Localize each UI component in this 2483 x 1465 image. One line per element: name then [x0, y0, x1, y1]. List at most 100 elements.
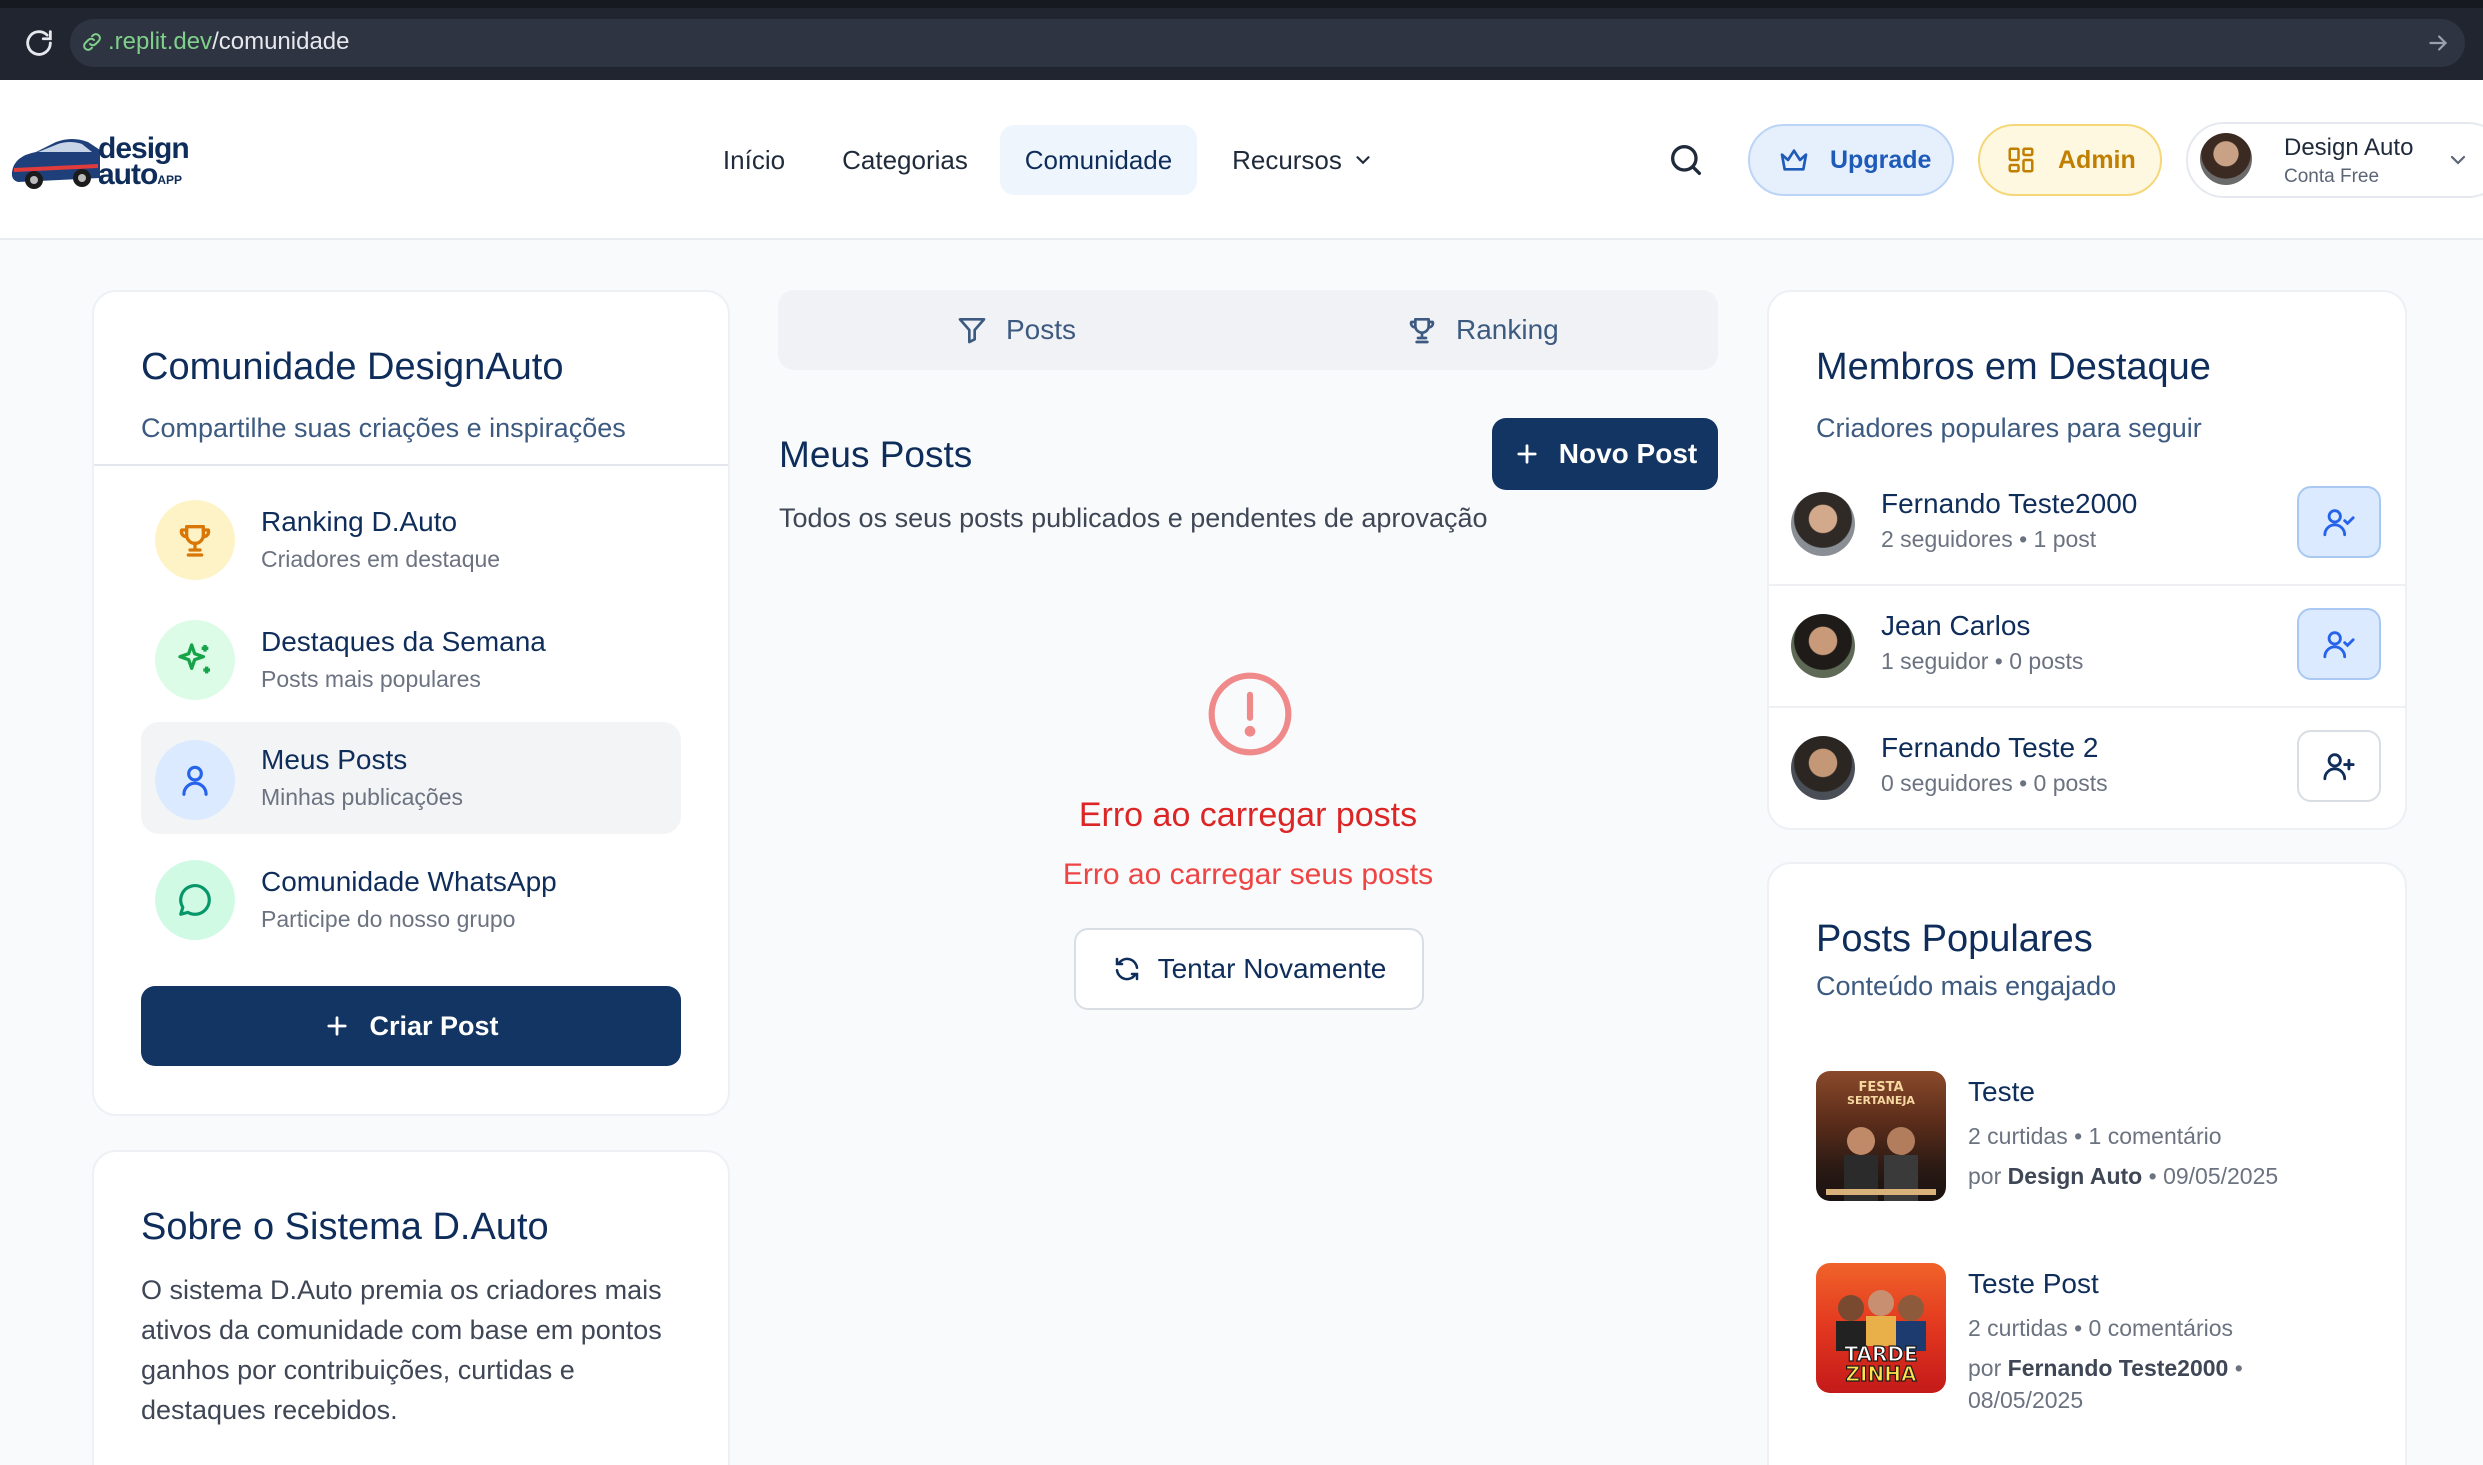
- members-title: Membros em Destaque: [1816, 346, 2211, 388]
- sidebar-item-whatsapp[interactable]: Comunidade WhatsApp Participe do nosso g…: [141, 844, 681, 956]
- user-plan: Conta Free: [2284, 166, 2380, 187]
- list-item[interactable]: Fernando Teste 2 0 seguidores • 0 posts: [1769, 706, 2405, 828]
- post-image: FESTA SERTANEJA: [1826, 1080, 1936, 1201]
- nav-recursos[interactable]: Recursos: [1218, 125, 1388, 195]
- address-bar[interactable]: [70, 19, 2465, 67]
- retry-button[interactable]: Tentar Novamente: [1074, 928, 1424, 1010]
- browser-tab-strip: [0, 0, 2483, 8]
- svg-text:FESTA: FESTA: [1858, 1080, 1903, 1095]
- avatar[interactable]: [1791, 736, 1855, 800]
- svg-text:ZINHA: ZINHA: [1846, 1362, 1917, 1386]
- sidebar-item-label: Comunidade WhatsApp: [261, 866, 557, 897]
- link-icon: [83, 33, 101, 51]
- avatar[interactable]: [2200, 133, 2252, 185]
- sparkles-icon: [155, 620, 235, 700]
- filter-icon: [958, 318, 986, 344]
- member-meta: 1 seguidor • 0 posts: [1881, 648, 2084, 674]
- avatar[interactable]: [1791, 614, 1855, 678]
- alert-circle-icon: [1208, 672, 1292, 756]
- post-title[interactable]: Teste Post: [1968, 1268, 2099, 1300]
- trophy-icon: [155, 500, 235, 580]
- dashboard-icon: [2008, 147, 2034, 173]
- post-title[interactable]: Teste: [1968, 1076, 2035, 1108]
- svg-text:SERTANEJA: SERTANEJA: [1847, 1094, 1915, 1107]
- sidebar-item-meus-posts[interactable]: Meus Posts Minhas publicações: [141, 722, 681, 834]
- logo-line-2: autoAPP: [98, 158, 183, 191]
- url-host: .replit.dev: [108, 28, 213, 55]
- plus-icon: [1517, 444, 1537, 464]
- upgrade-label: Upgrade: [1830, 145, 1932, 174]
- crown-icon: [1780, 149, 1808, 171]
- error-subtitle: Erro ao carregar seus posts: [1062, 858, 1434, 891]
- post-author: por Design Auto • 09/05/2025: [1968, 1163, 2279, 1189]
- list-item[interactable]: Fernando Teste2000 2 seguidores • 1 post: [1769, 462, 2405, 584]
- nav-categorias[interactable]: Categorias: [830, 125, 980, 195]
- follow-button[interactable]: [2297, 730, 2381, 802]
- tab-posts[interactable]: Posts: [956, 290, 1076, 370]
- tab-posts-label: Posts: [1006, 314, 1077, 345]
- tabs: Posts Ranking: [778, 290, 1718, 370]
- avatar[interactable]: [1791, 492, 1855, 556]
- plus-icon: [327, 1016, 348, 1036]
- member-name[interactable]: Jean Carlos: [1881, 610, 2030, 642]
- upgrade-button[interactable]: Upgrade: [1748, 124, 1954, 196]
- sidebar-item-destaques[interactable]: Destaques da Semana Posts mais populares: [141, 604, 681, 716]
- about-text: O sistema D.Auto premia os criadores mai…: [141, 1275, 662, 1425]
- user-icon: [155, 740, 235, 820]
- member-meta: 2 seguidores • 1 post: [1881, 526, 2097, 552]
- sidebar-item-label: Ranking D.Auto: [261, 506, 458, 537]
- admin-label: Admin: [2058, 145, 2136, 174]
- member-name[interactable]: Fernando Teste 2: [1881, 732, 2098, 764]
- sidebar-item-desc: Posts mais populares: [261, 666, 481, 692]
- post-date: 08/05/2025: [1968, 1387, 2084, 1413]
- post-thumbnail[interactable]: FESTA SERTANEJA: [1816, 1071, 1946, 1201]
- chat-bubble-icon: [155, 860, 235, 940]
- create-post-label: Criar Post: [369, 1010, 499, 1041]
- community-title: Comunidade DesignAuto: [141, 346, 564, 388]
- post-author: por Fernando Teste2000 •: [1968, 1355, 2243, 1381]
- admin-button[interactable]: Admin: [1978, 124, 2162, 196]
- user-name: Design Auto: [2284, 134, 2414, 161]
- member-meta: 0 seguidores • 0 posts: [1881, 770, 2108, 796]
- following-button[interactable]: [2297, 608, 2381, 680]
- tab-ranking-label: Ranking: [1456, 314, 1559, 345]
- sidebar-item-label: Meus Posts: [261, 744, 408, 775]
- sidebar-item-desc: Participe do nosso grupo: [261, 906, 516, 932]
- sidebar-item-desc: Minhas publicações: [261, 784, 464, 810]
- nav-recursos-label: Recursos: [1232, 144, 1342, 175]
- nav-inicio[interactable]: Início: [700, 125, 808, 195]
- post-stats: 2 curtidas • 1 comentário: [1968, 1123, 2222, 1149]
- arrow-right-icon[interactable]: [2425, 30, 2451, 56]
- search-icon[interactable]: [1666, 140, 1706, 180]
- post-stats: 2 curtidas • 0 comentários: [1968, 1315, 2234, 1341]
- logo-wordmark[interactable]: design autoAPP: [98, 134, 190, 193]
- post-thumbnail[interactable]: TARDE ZINHA: [1816, 1263, 1946, 1393]
- create-post-button[interactable]: Criar Post: [141, 986, 681, 1066]
- new-post-button[interactable]: Novo Post: [1492, 418, 1718, 490]
- tab-ranking[interactable]: Ranking: [1406, 290, 1559, 370]
- popular-subtitle: Conteúdo mais engajado: [1816, 971, 2117, 1001]
- list-item[interactable]: Jean Carlos 1 seguidor • 0 posts: [1769, 584, 2405, 706]
- popular-title: Posts Populares: [1816, 918, 2093, 960]
- member-name[interactable]: Fernando Teste2000: [1881, 488, 2137, 520]
- members-subtitle: Criadores populares para seguir: [1816, 413, 2202, 443]
- trophy-icon: [1409, 318, 1435, 344]
- url-text[interactable]: .replit.dev/comunidade: [108, 28, 350, 56]
- user-plus-icon: [2323, 753, 2355, 781]
- divider: [94, 464, 728, 466]
- refresh-icon: [1115, 957, 1138, 981]
- nav-comunidade[interactable]: Comunidade: [1000, 125, 1197, 195]
- sidebar-item-label: Destaques da Semana: [261, 626, 546, 657]
- following-button[interactable]: [2297, 486, 2381, 558]
- new-post-label: Novo Post: [1558, 438, 1698, 469]
- page-subtitle: Todos os seus posts publicados e pendent…: [779, 503, 1488, 533]
- user-check-icon: [2323, 509, 2355, 537]
- url-path: /comunidade: [212, 28, 350, 55]
- reload-icon[interactable]: [22, 26, 56, 60]
- sidebar-item-ranking[interactable]: Ranking D.Auto Criadores em destaque: [141, 484, 681, 596]
- logo-sub: APP: [157, 173, 183, 187]
- community-subtitle: Compartilhe suas criações e inspirações: [141, 413, 626, 443]
- sidebar-item-desc: Criadores em destaque: [261, 546, 501, 572]
- chevron-down-icon[interactable]: [2446, 148, 2470, 172]
- error-title: Erro ao carregar posts: [1078, 796, 1418, 834]
